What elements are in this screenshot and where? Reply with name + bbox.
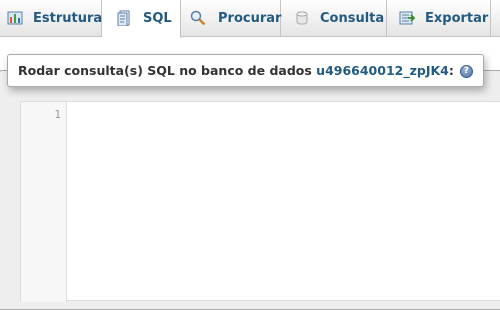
search-icon [190, 10, 206, 26]
tab-search[interactable]: Procurar [181, 0, 281, 37]
line-number-gutter: 1 [21, 102, 67, 302]
tab-search-label: Procurar [218, 11, 282, 26]
tab-query[interactable]: Consulta [281, 0, 387, 37]
tab-more[interactable] [491, 0, 500, 37]
tab-query-label: Consulta [320, 11, 385, 26]
tab-structure[interactable]: Estrutura [0, 0, 102, 37]
legend-suffix: : [448, 63, 454, 78]
export-icon [399, 11, 415, 25]
help-icon[interactable]: ? [459, 65, 473, 78]
tab-structure-label: Estrutura [33, 11, 103, 26]
legend-text: Rodar consulta(s) SQL no banco de dados [18, 63, 317, 78]
tab-export-label: Exportar [425, 11, 489, 26]
tab-export[interactable]: Exportar [387, 0, 491, 37]
sql-editor[interactable]: 1 [20, 101, 500, 302]
database-link[interactable]: u496640012_zpJK4 [316, 63, 449, 78]
sql-code-area[interactable] [68, 102, 500, 300]
line-number: 1 [54, 108, 61, 121]
tab-bar: Estrutura SQL Procurar Consulta Exportar [0, 0, 500, 38]
sql-icon [117, 10, 130, 26]
tab-sql-label: SQL [143, 11, 172, 26]
tab-sql[interactable]: SQL [102, 0, 181, 38]
query-icon [296, 11, 308, 25]
sql-query-legend: Rodar consulta(s) SQL no banco de dados … [7, 54, 484, 87]
structure-icon [7, 11, 23, 25]
